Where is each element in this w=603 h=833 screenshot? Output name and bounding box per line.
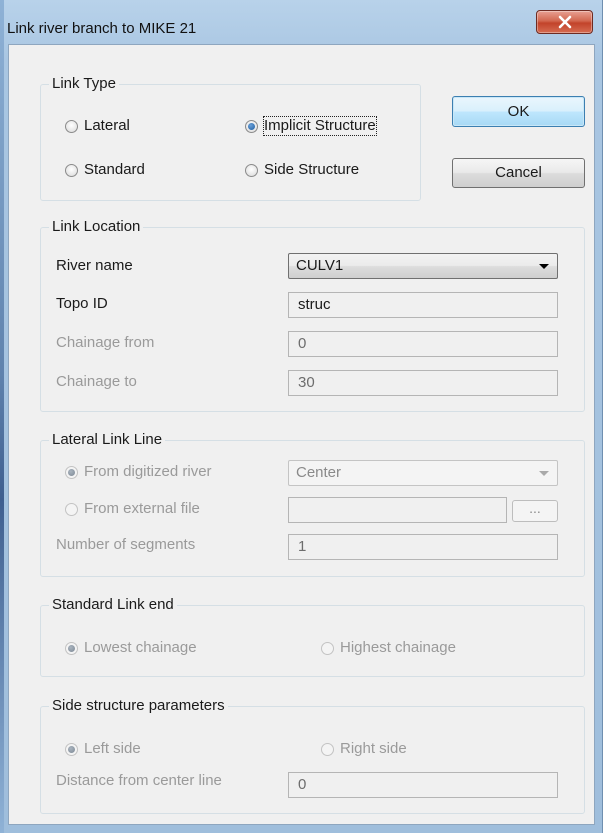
lateral-link-line-legend: Lateral Link Line [49,431,166,449]
link-line-position-value: Center [296,464,342,481]
chevron-down-icon [539,264,549,269]
ok-button[interactable]: OK [452,96,585,127]
window-frame-edge [0,0,4,833]
link-location-legend: Link Location [49,218,144,236]
label-left-side[interactable]: Left side [84,740,141,758]
radio-from-digitized-river[interactable] [65,466,78,479]
radio-highest-chainage[interactable] [321,642,334,655]
river-name-dropdown[interactable]: CULV1 [288,253,558,279]
label-standard[interactable]: Standard [84,161,145,179]
radio-left-side[interactable] [65,743,78,756]
segments-field[interactable]: 1 [288,534,558,560]
side-structure-legend: Side structure parameters [49,697,228,715]
river-name-value: CULV1 [296,257,344,274]
radio-from-external-file[interactable] [65,503,78,516]
segments-label: Number of segments [56,536,196,553]
radio-side-structure[interactable] [245,164,258,177]
label-lateral[interactable]: Lateral [84,117,130,135]
link-line-position-dropdown[interactable]: Center [288,460,558,486]
browse-button[interactable]: ... [512,500,558,522]
standard-link-end-legend: Standard Link end [49,596,177,614]
chainage-from-field[interactable]: 0 [288,331,558,357]
label-lowest-chainage[interactable]: Lowest chainage [84,639,197,657]
link-type-legend: Link Type [49,75,119,93]
chevron-down-icon [539,471,549,476]
close-icon [558,15,572,29]
topo-id-label: Topo ID [56,295,108,312]
label-implicit-structure[interactable]: Implicit Structure [263,116,377,136]
dialog-window: Link river branch to MIKE 21 Link Type L… [0,0,603,833]
window-title: Link river branch to MIKE 21 [7,20,197,37]
chainage-from-label: Chainage from [56,334,155,351]
label-side-structure[interactable]: Side Structure [264,161,359,179]
radio-right-side[interactable] [321,743,334,756]
external-file-field[interactable] [288,497,507,523]
close-button[interactable] [536,10,593,34]
cancel-button[interactable]: Cancel [452,158,585,188]
river-name-label: River name [56,257,133,274]
radio-lowest-chainage[interactable] [65,642,78,655]
chainage-to-label: Chainage to [56,373,137,390]
radio-lateral[interactable] [65,120,78,133]
label-right-side[interactable]: Right side [340,740,407,758]
chainage-to-field[interactable]: 30 [288,370,558,396]
label-highest-chainage[interactable]: Highest chainage [340,639,456,657]
radio-implicit-structure[interactable] [245,120,258,133]
radio-standard[interactable] [65,164,78,177]
label-from-external-file[interactable]: From external file [84,500,200,518]
title-bar[interactable]: Link river branch to MIKE 21 [0,0,603,44]
link-type-group: Link Type [40,75,421,201]
dialog-client-area: Link Type Lateral Implicit Structure Sta… [8,44,595,825]
distance-field[interactable]: 0 [288,772,558,798]
label-from-digitized-river[interactable]: From digitized river [84,463,212,481]
topo-id-field[interactable]: struc [288,292,558,318]
distance-label: Distance from center line [56,772,222,789]
